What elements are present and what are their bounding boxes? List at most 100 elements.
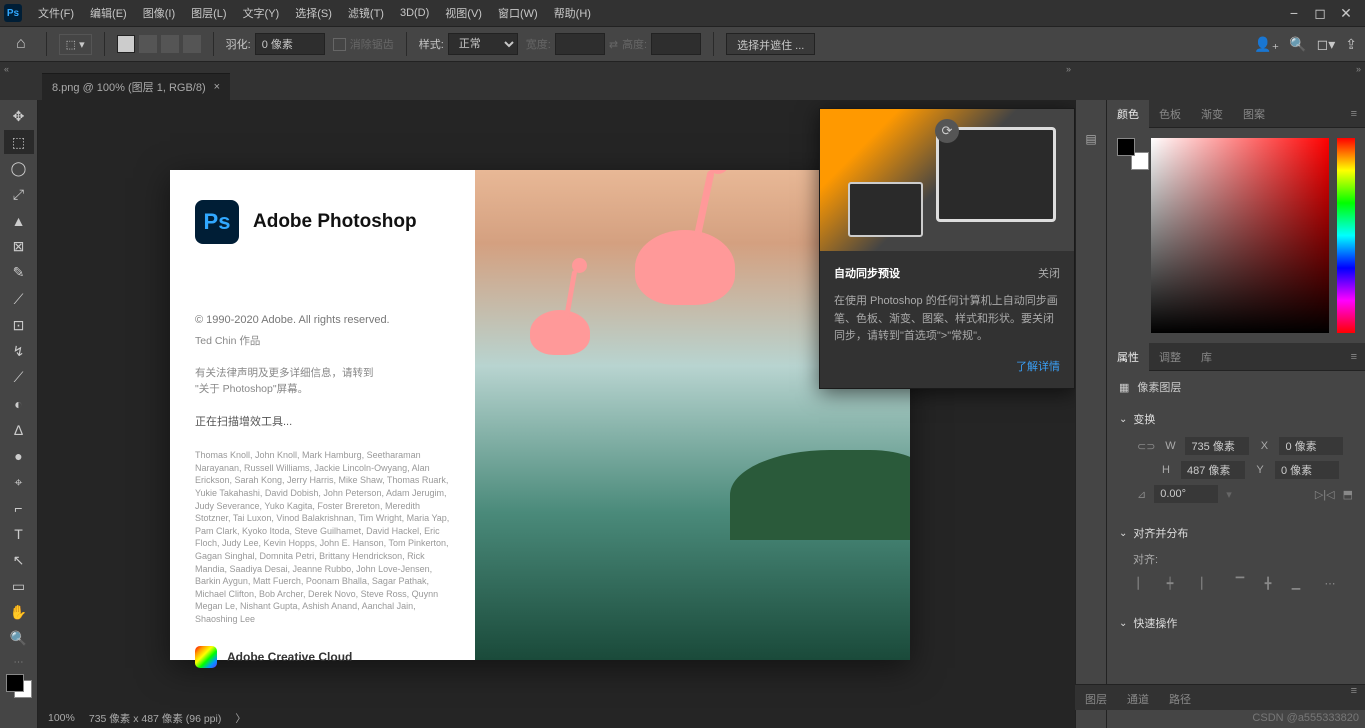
move-tool[interactable]: ✥ xyxy=(4,104,34,128)
align-bottom-icon[interactable]: ▁ xyxy=(1285,573,1307,593)
align-right-icon[interactable]: ▕ xyxy=(1187,573,1209,593)
close-icon[interactable]: ✕ xyxy=(1339,6,1353,20)
collapse-panels-icon[interactable]: » xyxy=(1356,64,1361,74)
menu-image[interactable]: 图像(I) xyxy=(135,1,183,25)
properties-panel-menu-icon[interactable]: ≡ xyxy=(1343,351,1365,363)
feather-input[interactable] xyxy=(255,33,325,55)
collapse-left-icon[interactable]: « xyxy=(4,64,9,74)
color-field[interactable] xyxy=(1151,138,1329,333)
menu-view[interactable]: 视图(V) xyxy=(437,1,490,25)
selmode-new-icon[interactable] xyxy=(117,35,135,53)
hand-tool[interactable]: ✋ xyxy=(4,601,34,625)
dodge-tool[interactable]: ⌖ xyxy=(4,470,34,494)
align-more-icon[interactable]: ⋯ xyxy=(1319,573,1341,593)
foreground-color-swatch[interactable] xyxy=(6,674,24,692)
eyedropper-tool[interactable]: ✎ xyxy=(4,261,34,285)
search-icon[interactable]: 🔍 xyxy=(1289,36,1306,53)
marquee-tool[interactable]: ⬚ xyxy=(4,130,34,154)
share-icon[interactable]: ⇪ xyxy=(1345,36,1357,53)
layers-panel-menu-icon[interactable]: ≡ xyxy=(1343,685,1365,710)
transform-section-header[interactable]: 变换 xyxy=(1119,411,1353,427)
notification-body: 在使用 Photoshop 的任何计算机上自动同步画笔、色板、渐变、图案、样式和… xyxy=(834,293,1060,346)
flip-horizontal-icon[interactable]: ▷|◁ xyxy=(1315,488,1335,501)
history-panel-icon[interactable]: ▤ xyxy=(1080,128,1102,150)
menu-select[interactable]: 选择(S) xyxy=(287,1,340,25)
tool-more-icon[interactable]: ⋯ xyxy=(14,657,24,668)
flip-vertical-icon[interactable]: ⬒ xyxy=(1343,488,1353,501)
type-tool[interactable]: T xyxy=(4,522,34,546)
gradients-tab[interactable]: 渐变 xyxy=(1191,100,1233,128)
panel-fg-swatch[interactable] xyxy=(1117,138,1135,156)
adjustments-tab[interactable]: 调整 xyxy=(1149,343,1191,371)
menu-layer[interactable]: 图层(L) xyxy=(183,1,234,25)
style-select[interactable]: 正常 xyxy=(448,33,518,55)
path-select-tool[interactable]: ↖ xyxy=(4,548,34,572)
zoom-level[interactable]: 100% xyxy=(48,712,75,724)
angle-input[interactable] xyxy=(1154,485,1218,503)
object-select-tool[interactable]: ⤢ xyxy=(4,182,34,206)
menu-type[interactable]: 文字(Y) xyxy=(235,1,288,25)
healing-tool[interactable]: ⟋ xyxy=(4,287,34,311)
color-tab[interactable]: 颜色 xyxy=(1107,100,1149,128)
selmode-intersect-icon[interactable] xyxy=(183,35,201,53)
workspace-icon[interactable]: ◻▾ xyxy=(1317,36,1336,53)
align-left-icon[interactable]: ▏ xyxy=(1131,573,1153,593)
zoom-tool[interactable]: 🔍 xyxy=(4,627,34,651)
menu-3d[interactable]: 3D(D) xyxy=(392,3,437,23)
brush-tool[interactable]: ⊡ xyxy=(4,313,34,337)
marquee-tool-indicator[interactable]: ⬚ ▾ xyxy=(59,34,92,55)
gradient-tool[interactable]: ∆ xyxy=(4,418,34,442)
maximize-icon[interactable]: ◻ xyxy=(1313,6,1327,20)
select-and-mask-button[interactable]: 选择并遮住 ... xyxy=(726,33,815,55)
layers-tab[interactable]: 图层 xyxy=(1075,685,1117,710)
height-value-input[interactable] xyxy=(1181,461,1245,479)
lasso-tool[interactable]: ◯ xyxy=(4,156,34,180)
x-value-input[interactable] xyxy=(1279,437,1343,455)
menu-file[interactable]: 文件(F) xyxy=(30,1,82,25)
link-wh-icon[interactable]: ⊂⊃ xyxy=(1137,440,1155,453)
document-tab-close-icon[interactable]: × xyxy=(214,81,220,93)
home-icon[interactable]: ⌂ xyxy=(8,35,34,53)
notification-learn-more-link[interactable]: 了解详情 xyxy=(834,358,1060,374)
canvas-area[interactable]: Ps Adobe Photoshop © 1990-2020 Adobe. Al… xyxy=(38,100,1075,728)
hue-slider[interactable] xyxy=(1337,138,1355,333)
selmode-subtract-icon[interactable] xyxy=(161,35,179,53)
selmode-add-icon[interactable] xyxy=(139,35,157,53)
align-vcenter-icon[interactable]: ╋ xyxy=(1257,573,1279,593)
y-value-input[interactable] xyxy=(1275,461,1339,479)
splash-screen: Ps Adobe Photoshop © 1990-2020 Adobe. Al… xyxy=(170,170,910,660)
notification-close-button[interactable]: 关闭 xyxy=(1038,265,1060,281)
document-dimensions[interactable]: 735 像素 x 487 像素 (96 ppi) xyxy=(89,711,221,726)
color-panel-menu-icon[interactable]: ≡ xyxy=(1343,108,1365,120)
document-tab[interactable]: 8.png @ 100% (图层 1, RGB/8) × xyxy=(42,73,230,100)
patterns-tab[interactable]: 图案 xyxy=(1233,100,1275,128)
align-hcenter-icon[interactable]: ┿ xyxy=(1159,573,1181,593)
history-brush-tool[interactable]: ⟋ xyxy=(4,365,34,389)
menu-window[interactable]: 窗口(W) xyxy=(490,1,546,25)
properties-tab[interactable]: 属性 xyxy=(1107,343,1149,371)
color-swatches[interactable] xyxy=(6,674,32,698)
libraries-tab[interactable]: 库 xyxy=(1191,343,1222,371)
menu-filter[interactable]: 滤镜(T) xyxy=(340,1,392,25)
angle-dropdown-icon[interactable]: ▾ xyxy=(1226,488,1232,501)
quick-actions-section-header[interactable]: 快速操作 xyxy=(1119,615,1353,631)
channels-tab[interactable]: 通道 xyxy=(1117,685,1159,710)
status-more-icon[interactable]: 〉 xyxy=(235,711,246,726)
swatches-tab[interactable]: 色板 xyxy=(1149,100,1191,128)
paths-tab[interactable]: 路径 xyxy=(1159,685,1201,710)
crop-tool[interactable]: ▲ xyxy=(4,209,34,233)
cloud-docs-icon[interactable]: 👤₊ xyxy=(1254,36,1279,53)
minimize-icon[interactable]: − xyxy=(1287,6,1301,20)
menu-edit[interactable]: 编辑(E) xyxy=(82,1,135,25)
stamp-tool[interactable]: ↯ xyxy=(4,339,34,363)
eraser-tool[interactable]: ◐ xyxy=(4,392,34,416)
menu-help[interactable]: 帮助(H) xyxy=(546,1,599,25)
collapse-right-icon[interactable]: » xyxy=(1066,64,1071,74)
width-value-input[interactable] xyxy=(1185,437,1249,455)
align-section-header[interactable]: 对齐并分布 xyxy=(1119,525,1353,541)
blur-tool[interactable]: ● xyxy=(4,444,34,468)
pen-tool[interactable]: ⌐ xyxy=(4,496,34,520)
rectangle-tool[interactable]: ▭ xyxy=(4,575,34,599)
align-top-icon[interactable]: ▔ xyxy=(1229,573,1251,593)
frame-tool[interactable]: ⊠ xyxy=(4,235,34,259)
